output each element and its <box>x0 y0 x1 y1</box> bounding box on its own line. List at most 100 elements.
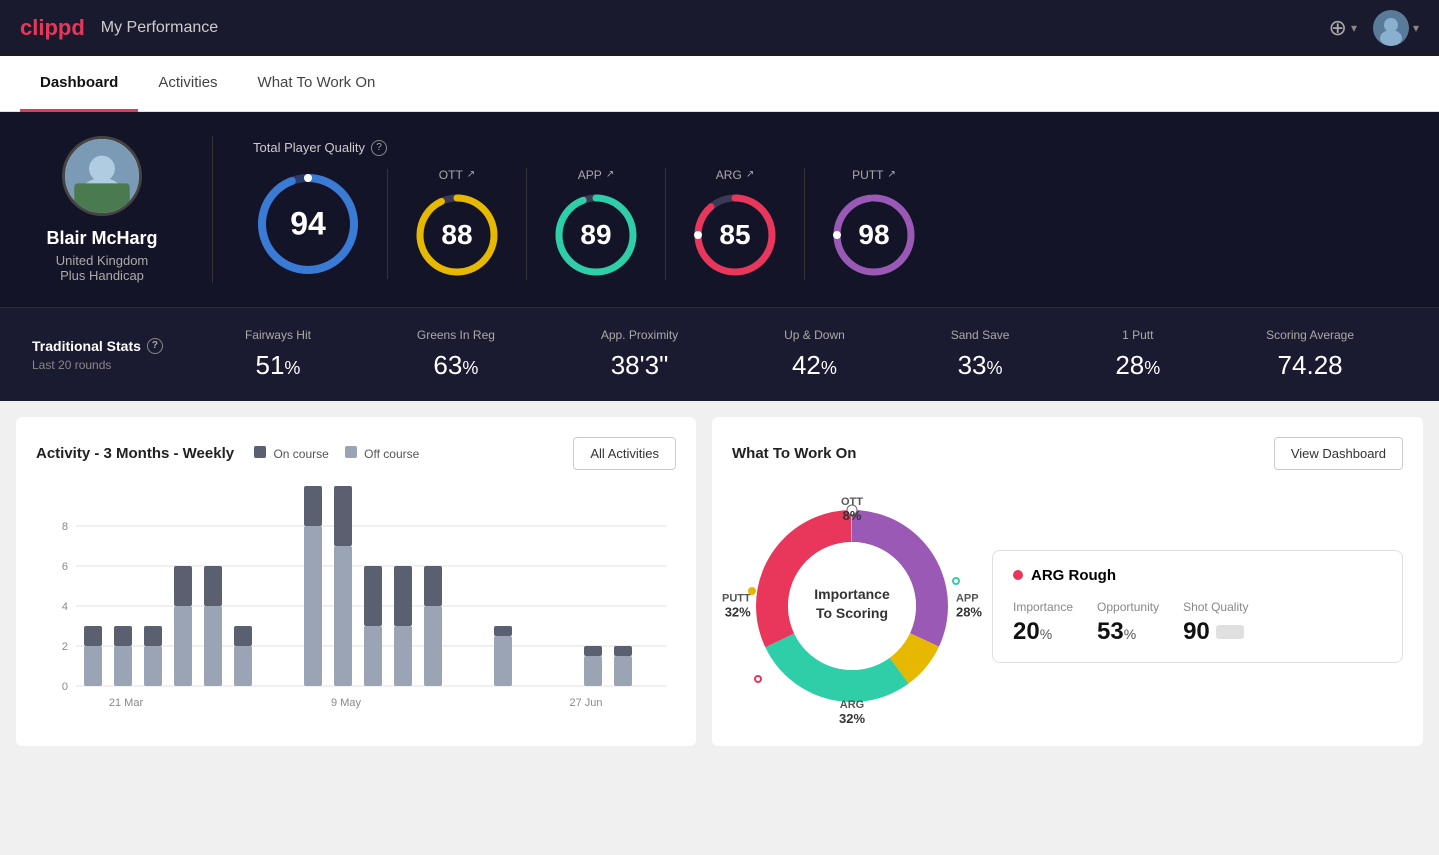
gauge-value-arg: 85 <box>719 219 750 251</box>
metric-shot-quality: Shot Quality 90 <box>1183 600 1248 646</box>
gauge-app: APP ↗ 89 <box>527 168 666 280</box>
svg-text:To Scoring: To Scoring <box>816 605 888 621</box>
svg-text:4: 4 <box>62 601 68 613</box>
ott-arrow-icon: ↗ <box>467 169 475 180</box>
what-to-work-on-panel: What To Work On View Dashboard <box>712 417 1423 746</box>
activity-panel: Activity - 3 Months - Weekly On course O… <box>16 417 696 746</box>
user-menu-button[interactable]: ▾ <box>1373 10 1419 46</box>
player-name: Blair McHarg <box>46 228 157 249</box>
arg-arrow-icon: ↗ <box>746 169 754 180</box>
putt-dot <box>748 587 756 595</box>
header-left: clippd My Performance <box>20 15 218 41</box>
avatar <box>1373 10 1409 46</box>
chart-legend: On course Off course <box>254 446 419 461</box>
gauge-total: 94 <box>253 169 388 279</box>
gauge-arg: ARG ↗ 85 <box>666 168 805 280</box>
add-chevron-icon: ▾ <box>1351 21 1357 35</box>
view-dashboard-button[interactable]: View Dashboard <box>1274 437 1403 470</box>
bar-chart: 0 2 4 6 8 <box>36 486 676 726</box>
legend-off-course: Off course <box>345 446 419 461</box>
player-profile: Blair McHarg United Kingdom Plus Handica… <box>32 136 172 283</box>
tab-what-to-work-on[interactable]: What To Work On <box>238 56 396 112</box>
gauge-value-app: 89 <box>580 219 611 251</box>
stats-help-icon[interactable]: ? <box>147 338 163 354</box>
work-card: ARG Rough Importance 20% Opportunity 53%… <box>992 550 1403 663</box>
work-card-dot <box>1013 570 1023 580</box>
header-right: ⊕ ▾ ▾ <box>1329 10 1420 46</box>
off-course-dot <box>345 446 357 458</box>
logo: clippd <box>20 15 85 41</box>
stat-scoring-average: Scoring Average 74.28 <box>1266 328 1354 381</box>
avatar <box>62 136 142 216</box>
total-quality-label: Total Player Quality ? <box>253 140 1407 156</box>
svg-text:Importance: Importance <box>814 586 890 602</box>
work-card-title: ARG Rough <box>1013 567 1382 584</box>
app-label: APP 28% <box>956 593 982 620</box>
hero-section: Blair McHarg United Kingdom Plus Handica… <box>0 112 1439 307</box>
player-handicap: Plus Handicap <box>60 268 144 283</box>
svg-text:27 Jun: 27 Jun <box>569 697 602 709</box>
metric-importance: Importance 20% <box>1013 600 1073 646</box>
app-dot <box>952 577 960 585</box>
header: clippd My Performance ⊕ ▾ ▾ <box>0 0 1439 56</box>
stat-fairways-hit: Fairways Hit 51% <box>245 328 311 381</box>
stat-app-proximity: App. Proximity 38'3" <box>601 328 678 381</box>
svg-text:0: 0 <box>62 681 68 693</box>
help-icon[interactable]: ? <box>371 140 387 156</box>
gauge-value-total: 94 <box>290 205 326 242</box>
svg-text:9 May: 9 May <box>331 697 361 709</box>
svg-text:21 Mar: 21 Mar <box>109 697 144 709</box>
work-panel-title: What To Work On <box>732 445 856 462</box>
gauge-label-arg: ARG ↗ <box>716 168 754 182</box>
donut-chart: Importance To Scoring OTT 8% APP 28% ARG… <box>732 486 972 726</box>
arg-label: ARG 32% <box>839 699 865 726</box>
all-activities-button[interactable]: All Activities <box>573 437 676 470</box>
logo-text: clippd <box>20 15 85 41</box>
scores-section: Total Player Quality ? 94 <box>253 140 1407 280</box>
ott-label: OTT 8% <box>841 496 863 523</box>
stat-1-putt: 1 Putt 28% <box>1115 328 1160 381</box>
svg-text:2: 2 <box>62 641 68 653</box>
gauge-value-putt: 98 <box>858 219 889 251</box>
stat-up-down: Up & Down 42% <box>784 328 845 381</box>
activity-panel-header: Activity - 3 Months - Weekly On course O… <box>36 437 676 470</box>
putt-label: PUTT 32% <box>722 593 751 620</box>
gauge-ott: OTT ↗ 88 <box>388 168 527 280</box>
chart-area: 0 2 4 6 8 <box>36 486 676 726</box>
traditional-stats-title: Traditional Stats ? <box>32 338 192 354</box>
gauge-circle-ott: 88 <box>412 190 502 280</box>
gauge-label-ott: OTT ↗ <box>439 168 475 182</box>
gauge-circle-app: 89 <box>551 190 641 280</box>
user-chevron-icon: ▾ <box>1413 21 1419 35</box>
gauge-label-putt: PUTT ↗ <box>852 168 896 182</box>
stat-sand-save: Sand Save 33% <box>951 328 1010 381</box>
stat-greens-in-reg: Greens In Reg 63% <box>417 328 495 381</box>
nav-tabs: Dashboard Activities What To Work On <box>0 56 1439 112</box>
putt-arrow-icon: ↗ <box>887 169 895 180</box>
tab-activities[interactable]: Activities <box>138 56 237 112</box>
stats-bar: Traditional Stats ? Last 20 rounds Fairw… <box>0 307 1439 401</box>
shot-quality-bar <box>1216 625 1244 639</box>
stats-values: Fairways Hit 51% Greens In Reg 63% App. … <box>192 328 1407 381</box>
work-card-metrics: Importance 20% Opportunity 53% Shot Qual… <box>1013 600 1382 646</box>
activity-title: Activity - 3 Months - Weekly On course O… <box>36 445 419 462</box>
header-title: My Performance <box>101 19 218 37</box>
stat-label-section: Traditional Stats ? Last 20 rounds <box>32 338 192 372</box>
tab-dashboard[interactable]: Dashboard <box>20 56 138 112</box>
app-arrow-icon: ↗ <box>606 169 614 180</box>
gauge-circle-arg: 85 <box>690 190 780 280</box>
legend-on-course: On course <box>254 446 329 461</box>
gauge-circle-putt: 98 <box>829 190 919 280</box>
svg-text:8: 8 <box>62 521 68 533</box>
gauge-circle-total: 94 <box>253 169 363 279</box>
work-panel-header: What To Work On View Dashboard <box>732 437 1403 470</box>
add-button[interactable]: ⊕ ▾ <box>1329 15 1357 41</box>
player-country: United Kingdom <box>56 253 149 268</box>
arg-dot <box>754 675 762 683</box>
gauge-value-ott: 88 <box>441 219 472 251</box>
gauge-putt: PUTT ↗ 98 <box>805 168 943 280</box>
divider <box>212 136 213 283</box>
score-gauges: 94 OTT ↗ 88 <box>253 168 1407 280</box>
svg-text:6: 6 <box>62 561 68 573</box>
gauge-label-app: APP ↗ <box>578 168 614 182</box>
